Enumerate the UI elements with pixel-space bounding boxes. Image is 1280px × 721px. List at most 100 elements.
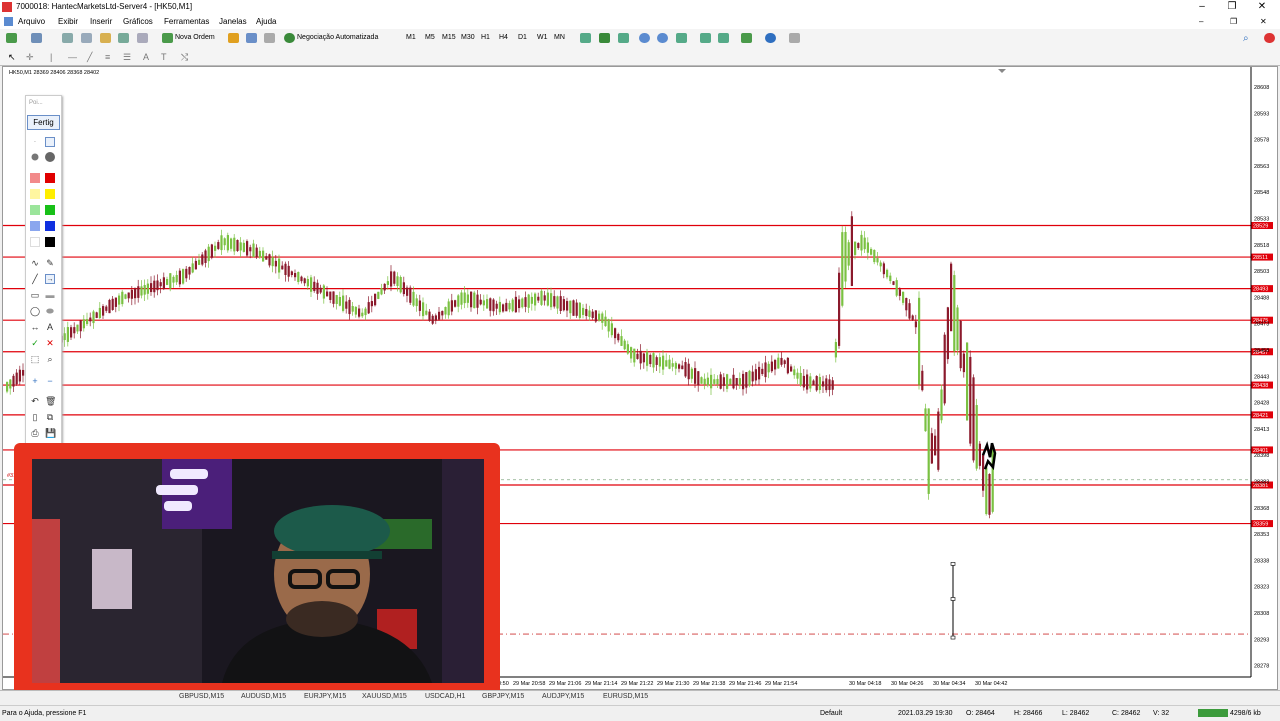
tile-windows-icon[interactable] xyxy=(676,33,687,43)
chart-shift-icon[interactable] xyxy=(718,33,729,43)
equidistant-channel-icon[interactable]: ≡ xyxy=(105,52,116,62)
color-light-red[interactable] xyxy=(30,173,40,183)
new-page-icon[interactable]: ▯ xyxy=(30,412,40,422)
color-yellow[interactable] xyxy=(45,189,55,199)
trash-icon[interactable]: 🗑 xyxy=(45,396,56,406)
color-red[interactable] xyxy=(45,173,55,183)
zoom-out-icon[interactable] xyxy=(657,33,668,43)
select-region-icon[interactable]: ⬚ xyxy=(30,354,40,364)
shapes-icon[interactable]: ⤭ xyxy=(181,52,192,62)
cursor-icon[interactable]: ↖ xyxy=(8,52,19,62)
color-light-green[interactable] xyxy=(30,205,40,215)
filled-rectangle-icon[interactable]: ▬ xyxy=(45,290,55,300)
tab-usdcad[interactable]: USDCAD,H1 xyxy=(425,693,465,700)
color-black[interactable] xyxy=(45,237,55,247)
new-chart-icon[interactable] xyxy=(6,33,17,43)
close-icon[interactable]: ✕ xyxy=(1252,1,1272,13)
tf-w1[interactable]: W1 xyxy=(537,32,548,44)
cross-icon[interactable]: ✕ xyxy=(45,338,55,348)
tab-eurusd[interactable]: EURUSD,M15 xyxy=(603,693,648,700)
ellipse-icon[interactable]: ◯ xyxy=(30,306,40,316)
small-dot-selected-icon[interactable] xyxy=(45,137,55,147)
menu-inserir[interactable]: Inserir xyxy=(90,17,112,26)
profiles-icon[interactable] xyxy=(31,33,42,43)
copy-icon[interactable]: ⧉ xyxy=(45,412,55,422)
color-white[interactable] xyxy=(30,237,40,247)
templates-icon[interactable] xyxy=(789,33,800,43)
trendline-icon[interactable]: ╱ xyxy=(87,52,98,62)
tf-m30[interactable]: M30 xyxy=(461,32,475,44)
auto-scroll-icon[interactable] xyxy=(700,33,711,43)
rectangle-icon[interactable]: ▭ xyxy=(30,290,40,300)
tab-gbpusd[interactable]: GBPUSD,M15 xyxy=(179,693,224,700)
options-icon[interactable] xyxy=(264,33,275,43)
auto-trading-button[interactable]: Negociação Automatizada xyxy=(297,32,378,44)
tf-d1[interactable]: D1 xyxy=(518,32,527,44)
color-blue[interactable] xyxy=(45,221,55,231)
tf-h4[interactable]: H4 xyxy=(499,32,508,44)
tester-icon[interactable] xyxy=(137,33,148,43)
menu-exibir[interactable]: Exibir xyxy=(58,17,78,26)
terminal-icon[interactable] xyxy=(118,33,129,43)
magnifier-icon[interactable]: ⌕ xyxy=(45,354,55,364)
menu-ajuda[interactable]: Ajuda xyxy=(256,17,276,26)
minus-icon[interactable]: − xyxy=(45,376,55,386)
tab-audjpy[interactable]: AUDJPY,M15 xyxy=(542,693,584,700)
data-window-icon[interactable] xyxy=(100,33,111,43)
save-icon[interactable]: 💾 xyxy=(45,428,56,438)
menu-arquivo[interactable]: Arquivo xyxy=(18,17,45,26)
pen-icon[interactable]: ✎ xyxy=(45,258,55,268)
large-dot-icon[interactable] xyxy=(45,152,55,162)
text-label-icon[interactable]: T xyxy=(161,52,172,62)
check-icon[interactable]: ✓ xyxy=(30,338,40,348)
market-watch-icon[interactable] xyxy=(62,33,73,43)
tf-m15[interactable]: M15 xyxy=(442,32,456,44)
auto-trading-icon[interactable] xyxy=(284,33,295,43)
candlestick-icon[interactable] xyxy=(599,33,610,43)
menu-ferramentas[interactable]: Ferramentas xyxy=(164,17,209,26)
tab-xauusd[interactable]: XAUUSD,M15 xyxy=(362,693,407,700)
done-button[interactable]: Fertig xyxy=(27,115,60,130)
horizontal-line-icon[interactable]: — xyxy=(68,52,79,62)
menu-graficos[interactable]: Gráficos xyxy=(123,17,153,26)
double-arrow-icon[interactable]: ↔ xyxy=(30,322,40,332)
freehand-icon[interactable]: ∿ xyxy=(30,258,40,268)
tf-m1[interactable]: M1 xyxy=(406,32,416,44)
color-light-blue[interactable] xyxy=(30,221,40,231)
signals-icon[interactable] xyxy=(246,33,257,43)
undo-icon[interactable]: ↶ xyxy=(30,396,40,406)
color-green[interactable] xyxy=(45,205,55,215)
line-tool-icon[interactable]: ╱ xyxy=(30,274,40,284)
small-dot-icon[interactable]: · xyxy=(30,137,40,147)
print-icon[interactable]: ⎙ xyxy=(30,428,40,438)
navigator-icon[interactable] xyxy=(81,33,92,43)
arrow-tool-icon[interactable]: → xyxy=(45,274,55,284)
notifications-icon[interactable] xyxy=(1264,33,1275,43)
restore-icon[interactable]: ❐ xyxy=(1222,1,1242,13)
zoom-in-icon[interactable] xyxy=(639,33,650,43)
vertical-line-icon[interactable]: | xyxy=(50,52,61,62)
search-icon[interactable]: ⌕ xyxy=(1243,33,1254,44)
indicators-icon[interactable] xyxy=(741,33,752,43)
metaeditor-icon[interactable] xyxy=(228,33,239,43)
medium-dot-icon[interactable] xyxy=(31,153,39,161)
color-light-yellow[interactable] xyxy=(30,189,40,199)
mdi-minimize-icon[interactable]: – xyxy=(1199,17,1203,26)
tf-mn[interactable]: MN xyxy=(554,32,565,44)
tab-gbpjpy[interactable]: GBPJPY,M15 xyxy=(482,693,524,700)
menu-janelas[interactable]: Janelas xyxy=(219,17,247,26)
tf-m5[interactable]: M5 xyxy=(425,32,435,44)
mdi-close-icon[interactable]: ✕ xyxy=(1260,17,1267,26)
tab-eurjpy[interactable]: EURJPY,M15 xyxy=(304,693,346,700)
new-order-icon[interactable] xyxy=(162,33,173,43)
new-order-button[interactable]: Nova Ordem xyxy=(175,32,215,44)
mdi-restore-icon[interactable]: ❐ xyxy=(1230,17,1237,26)
plus-icon[interactable]: + xyxy=(30,376,40,386)
tab-audusd[interactable]: AUDUSD,M15 xyxy=(241,693,286,700)
bar-chart-icon[interactable] xyxy=(580,33,591,43)
fibonacci-icon[interactable]: ☰ xyxy=(123,52,134,62)
text-icon[interactable]: A xyxy=(45,322,55,332)
filled-ellipse-icon[interactable]: ⬬ xyxy=(45,306,55,316)
text-tool-icon[interactable]: A xyxy=(143,52,154,62)
tf-h1[interactable]: H1 xyxy=(481,32,490,44)
